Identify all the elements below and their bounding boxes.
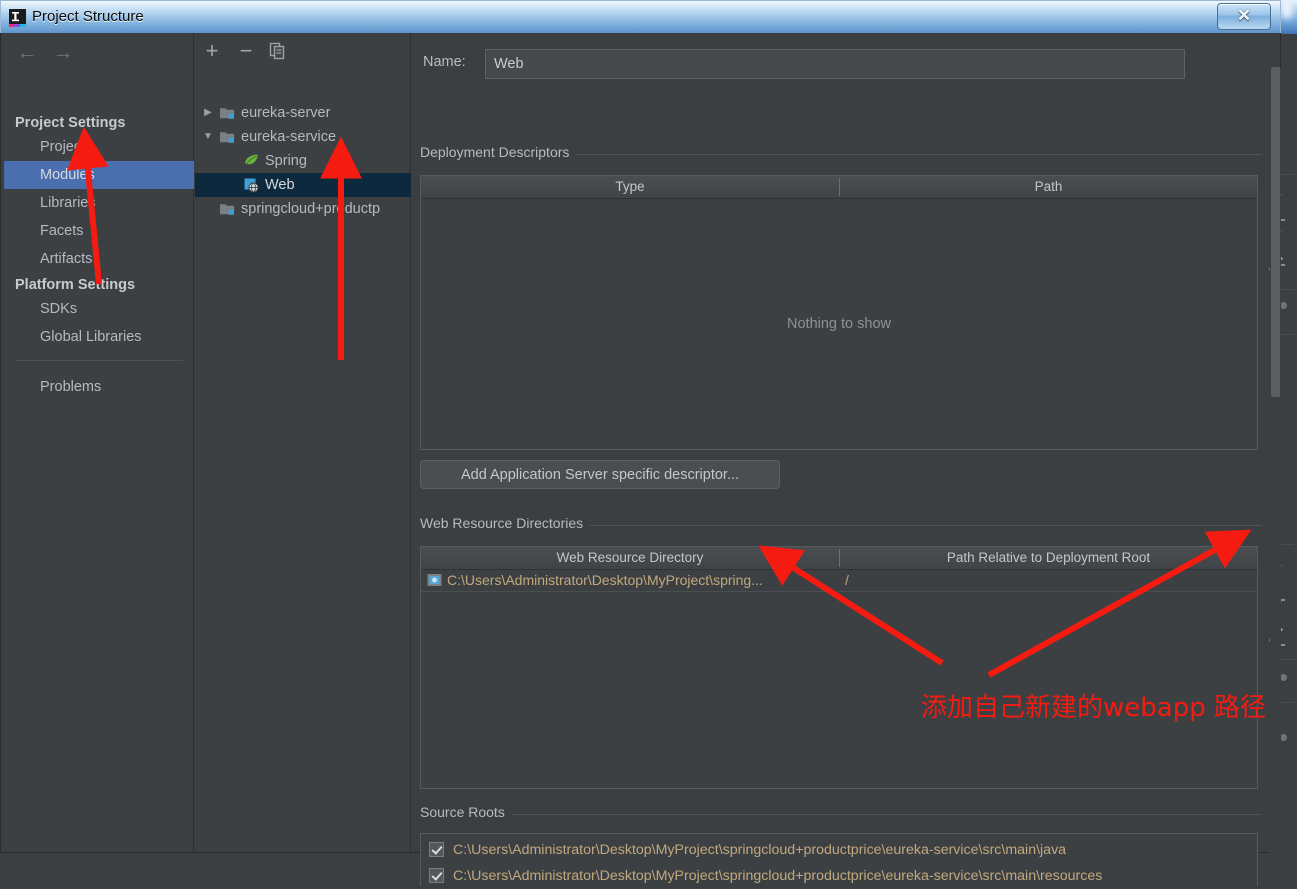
tree-node-eureka-server[interactable]: ▶ eureka-server <box>195 101 411 125</box>
sidebar-item-problems[interactable]: Problems <box>4 373 194 401</box>
tree-node-web[interactable]: Web <box>195 173 411 197</box>
sidebar-nav: ← → <box>4 33 194 71</box>
sidebar-item-sdks[interactable]: SDKs <box>4 295 194 323</box>
background-strip-dot <box>1280 734 1287 741</box>
background-strip-dot <box>1280 302 1287 309</box>
web-resource-directory-value: C:\Users\Administrator\Desktop\MyProject… <box>447 572 763 588</box>
dialog-title-bar: Project Structure ✕ <box>0 0 1281 33</box>
source-roots-section-label: Source Roots <box>420 804 512 820</box>
folder-web-icon <box>427 574 442 586</box>
add-application-server-descriptor-button[interactable]: Add Application Server specific descript… <box>420 460 780 489</box>
modules-tree-toolbar: + − <box>195 33 411 69</box>
web-facet-icon <box>244 178 259 193</box>
sidebar-item-global-libraries[interactable]: Global Libraries <box>4 323 194 351</box>
sidebar-item-libraries[interactable]: Libraries <box>4 189 194 217</box>
web-resource-row-content: C:\Users\Administrator\Desktop\MyProject… <box>427 569 763 591</box>
dialog-body: ← → Project Settings Project Modules Lib… <box>0 33 1283 886</box>
source-root-path: C:\Users\Administrator\Desktop\MyProject… <box>453 842 1067 858</box>
column-header-path[interactable]: Path <box>840 176 1257 198</box>
deployment-descriptors-empty-text: Nothing to show <box>787 315 891 332</box>
source-root-checkbox[interactable] <box>429 842 444 857</box>
tree-node-label: Spring <box>265 153 307 169</box>
section-rule <box>420 814 1262 815</box>
table-header-row: Web Resource Directory Path Relative to … <box>421 547 1257 570</box>
add-module-button[interactable]: + <box>199 39 225 63</box>
back-arrow-icon[interactable]: ← <box>12 41 42 65</box>
module-folder-icon <box>220 132 235 143</box>
spring-leaf-icon <box>245 154 258 165</box>
content-scrollbar-thumb[interactable] <box>1271 67 1280 397</box>
source-roots-table[interactable]: C:\Users\Administrator\Desktop\MyProject… <box>420 833 1258 886</box>
close-button[interactable]: ✕ <box>1217 3 1271 30</box>
module-name-row: Name: <box>412 49 1270 79</box>
tree-node-label: eureka-server <box>241 105 331 121</box>
source-root-checkbox[interactable] <box>429 868 444 883</box>
module-folder-icon <box>220 108 235 119</box>
tree-node-label: eureka-service <box>241 129 337 145</box>
source-root-path: C:\Users\Administrator\Desktop\MyProject… <box>453 868 1103 884</box>
forward-arrow-icon[interactable]: → <box>48 41 78 65</box>
web-resource-relative-path-value: / <box>845 572 849 588</box>
sidebar-item-project[interactable]: Project <box>4 133 194 161</box>
sidebar-item-artifacts[interactable]: Artifacts <box>4 245 194 273</box>
deployment-descriptors-section-label: Deployment Descriptors <box>420 144 577 160</box>
intellij-idea-icon <box>9 9 26 27</box>
name-label: Name: <box>423 54 466 70</box>
modules-tree-pane: + − ▶ eureka-server ▼ eureka-service Spr… <box>195 33 411 851</box>
expand-twisty-expanded-icon[interactable]: ▼ <box>201 125 215 149</box>
column-header-type[interactable]: Type <box>421 176 839 198</box>
copy-icon <box>269 42 285 60</box>
web-resource-directories-section-label: Web Resource Directories <box>420 515 591 531</box>
close-icon: ✕ <box>1236 6 1252 25</box>
sidebar-item-modules[interactable]: Modules <box>4 161 194 189</box>
column-header-web-resource-directory[interactable]: Web Resource Directory <box>421 547 839 569</box>
content-scrollbar[interactable] <box>1270 67 1281 885</box>
deployment-descriptors-table[interactable]: Type Path Nothing to show <box>420 175 1258 450</box>
module-folder-icon <box>220 204 235 215</box>
settings-sidebar: ← → Project Settings Project Modules Lib… <box>4 33 194 851</box>
table-header-row: Type Path <box>421 176 1257 199</box>
dialog-title: Project Structure <box>32 8 144 25</box>
sidebar-item-facets[interactable]: Facets <box>4 217 194 245</box>
web-resource-directories-table[interactable]: Web Resource Directory Path Relative to … <box>420 546 1258 789</box>
tree-node-spring[interactable]: Spring <box>195 149 411 173</box>
table-row[interactable]: C:\Users\Administrator\Desktop\MyProject… <box>421 569 1257 592</box>
tree-node-eureka-service[interactable]: ▼ eureka-service <box>195 125 411 149</box>
module-name-input[interactable] <box>485 49 1185 79</box>
remove-module-button[interactable]: − <box>233 39 259 63</box>
tree-node-label: springcloud+productp <box>241 201 381 217</box>
column-header-path-relative[interactable]: Path Relative to Deployment Root <box>840 547 1257 569</box>
tree-node-springcloud-productprice[interactable]: springcloud+productp <box>195 197 411 221</box>
expand-twisty-collapsed-icon[interactable]: ▶ <box>201 101 215 125</box>
copy-module-button[interactable] <box>265 39 291 63</box>
project-structure-dialog: Project Structure ✕ ← → Project Settings… <box>0 0 1283 886</box>
background-blur-text <box>1282 3 1292 18</box>
source-root-row[interactable]: C:\Users\Administrator\Desktop\MyProject… <box>421 837 1257 863</box>
module-settings-content: Name: Deployment Descriptors Type Path N… <box>412 33 1283 886</box>
tree-node-label: Web <box>265 177 295 193</box>
source-root-row[interactable]: C:\Users\Administrator\Desktop\MyProject… <box>421 863 1257 889</box>
sidebar-divider <box>15 360 183 361</box>
